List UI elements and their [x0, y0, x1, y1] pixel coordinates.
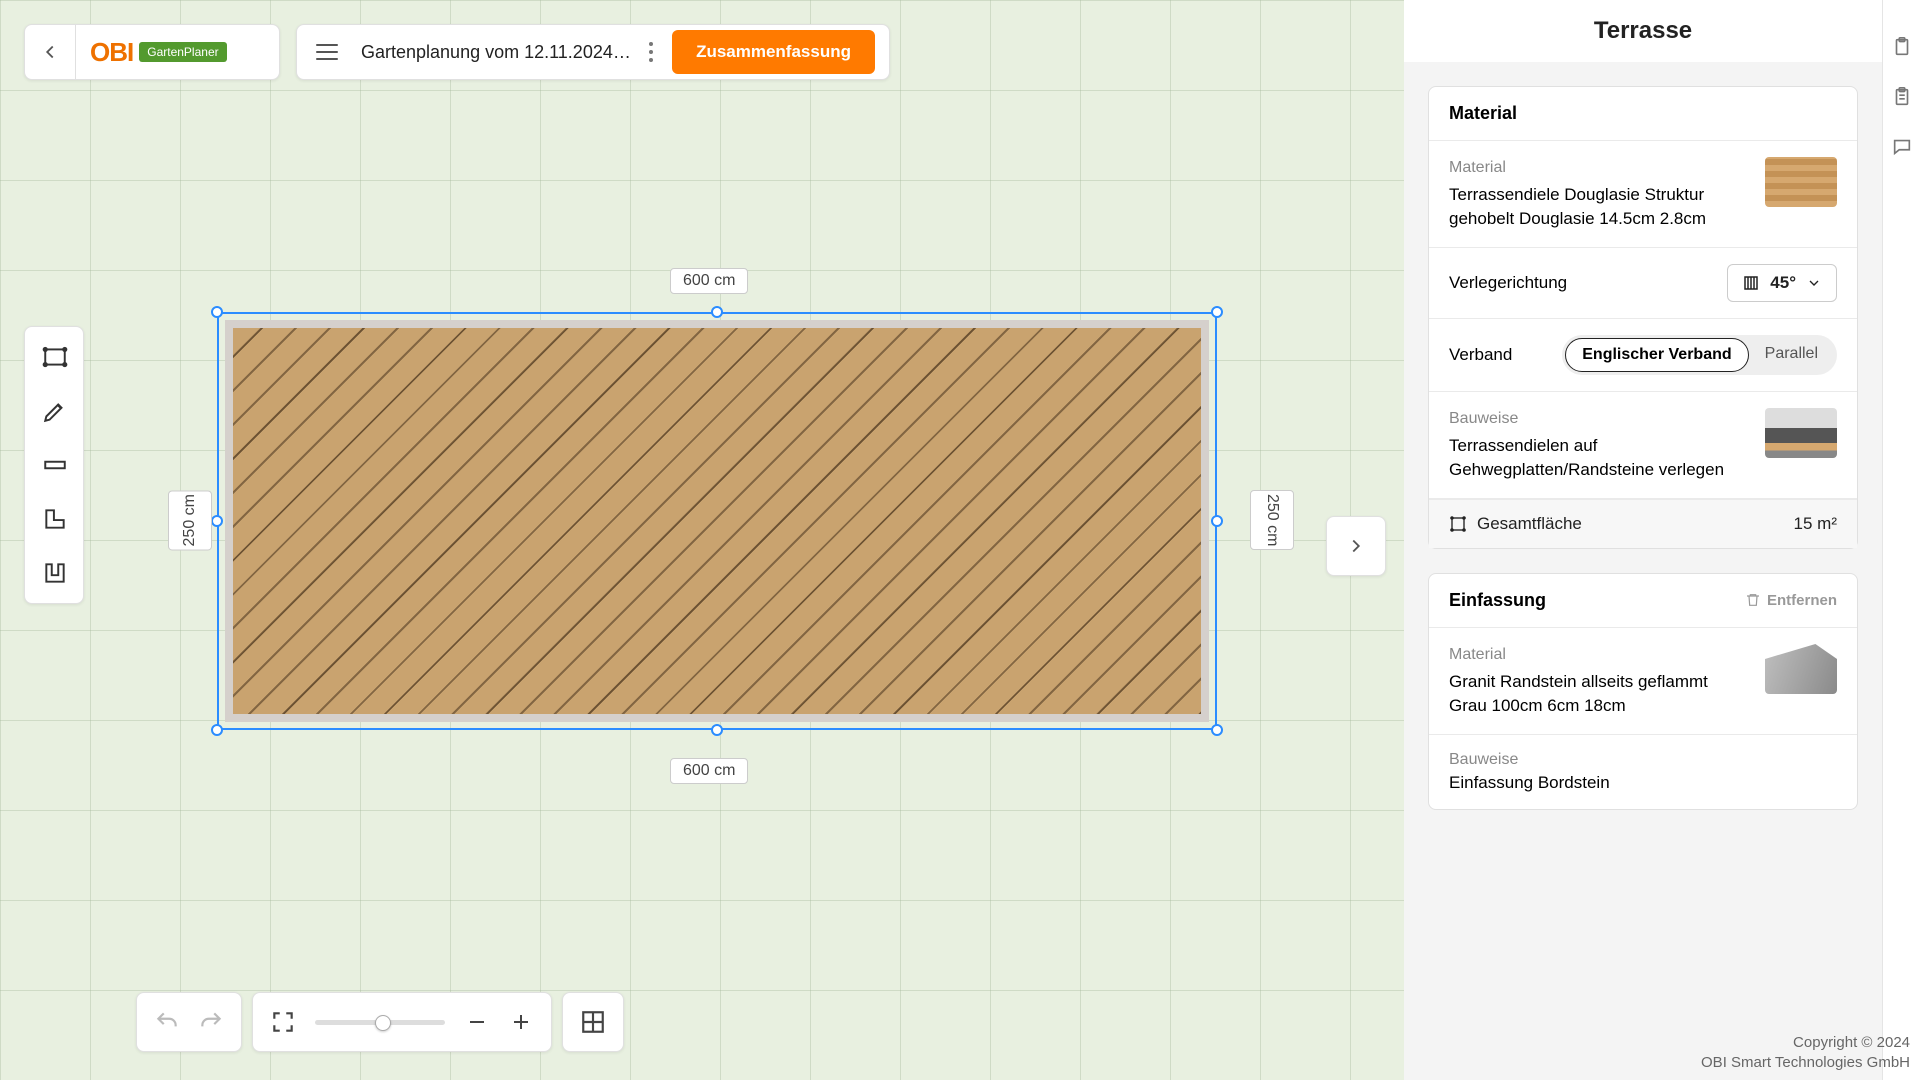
material-thumbnail	[1765, 157, 1837, 207]
resize-handle-right[interactable]	[1211, 515, 1223, 527]
build-value: Terrassendielen auf Gehwegplatten/Randst…	[1449, 434, 1749, 482]
terrace-surface[interactable]	[225, 320, 1209, 722]
menu-button[interactable]	[297, 44, 357, 60]
edging-build-label: Bauweise	[1449, 751, 1837, 769]
dimension-bottom[interactable]: 600 cm	[670, 758, 748, 784]
project-bar: Gartenplanung vom 12.11.2024 1... Zusamm…	[296, 24, 890, 80]
gartenplaner-badge: GartenPlaner	[139, 42, 226, 62]
direction-value: 45°	[1770, 273, 1796, 293]
terrace-object[interactable]	[217, 312, 1217, 730]
bond-segmented-control: Englischer Verband Parallel	[1562, 335, 1837, 375]
grid-toggle-button[interactable]	[571, 1000, 615, 1044]
material-card-heading: Material	[1429, 87, 1857, 141]
resize-handle-tl[interactable]	[211, 306, 223, 318]
edging-material-row[interactable]: Material Granit Randstein allseits gefla…	[1429, 628, 1857, 735]
build-thumbnail	[1765, 408, 1837, 458]
dimension-top[interactable]: 600 cm	[670, 268, 748, 294]
dimension-left[interactable]: 250 cm	[168, 490, 212, 550]
edging-build-row[interactable]: Bauweise Einfassung Bordstein	[1429, 735, 1857, 809]
footer-copyright: Copyright © 2024 OBI Smart Technologies …	[1701, 1033, 1910, 1072]
pen-tool-icon[interactable]	[31, 387, 79, 435]
rectangle-tool-icon[interactable]	[31, 333, 79, 381]
project-name[interactable]: Gartenplanung vom 12.11.2024 1...	[357, 42, 636, 63]
edging-card: Einfassung Entfernen Material Granit Ran…	[1428, 573, 1858, 810]
summary-button[interactable]: Zusammenfassung	[672, 30, 875, 74]
build-row[interactable]: Bauweise Terrassendielen auf Gehwegplatt…	[1429, 392, 1857, 499]
redo-button[interactable]	[189, 1000, 233, 1044]
area-icon	[1449, 515, 1467, 533]
clipboard-list-icon[interactable]	[1891, 86, 1913, 108]
brand-back-button[interactable]: OBI GartenPlaner	[24, 24, 280, 80]
edging-material-value: Granit Randstein allseits geflammt Grau …	[1449, 670, 1749, 718]
resize-handle-bottom[interactable]	[711, 724, 723, 736]
bottom-toolbar	[136, 992, 624, 1052]
material-value: Terrassendiele Douglasie Struktur gehobe…	[1449, 183, 1749, 231]
edging-material-label: Material	[1449, 644, 1749, 666]
laying-direction-dropdown[interactable]: 45°	[1727, 264, 1837, 302]
resize-handle-left[interactable]	[211, 515, 223, 527]
shape-tool-rail	[24, 326, 84, 604]
material-selection-row[interactable]: Material Terrassendiele Douglasie Strukt…	[1429, 141, 1857, 248]
edging-build-value: Einfassung Bordstein	[1449, 773, 1837, 793]
trash-icon	[1745, 592, 1761, 608]
zoom-out-button[interactable]	[455, 1000, 499, 1044]
area-value: 15 m²	[1794, 514, 1837, 534]
direction-icon	[1742, 274, 1760, 292]
bond-label: Verband	[1449, 345, 1512, 365]
laying-direction-label: Verlegerichtung	[1449, 273, 1567, 293]
resize-handle-bl[interactable]	[211, 724, 223, 736]
undo-button[interactable]	[145, 1000, 189, 1044]
zoom-slider-thumb[interactable]	[375, 1015, 391, 1031]
project-more-menu[interactable]	[636, 42, 666, 62]
edging-heading: Einfassung	[1449, 590, 1546, 611]
obi-logo: OBI	[90, 37, 133, 68]
l-shape-tool-icon[interactable]	[31, 495, 79, 543]
fit-view-button[interactable]	[261, 1000, 305, 1044]
right-mini-rail	[1882, 0, 1920, 1080]
resize-handle-top[interactable]	[711, 306, 723, 318]
wide-rect-tool-icon[interactable]	[31, 441, 79, 489]
resize-handle-tr[interactable]	[1211, 306, 1223, 318]
panel-title: Terrasse	[1404, 0, 1882, 62]
material-card: Material Material Terrassendiele Douglas…	[1428, 86, 1858, 549]
bond-option-parallel[interactable]: Parallel	[1749, 338, 1834, 372]
edging-thumbnail	[1765, 644, 1837, 694]
zoom-slider[interactable]	[315, 1020, 445, 1025]
divider	[75, 24, 76, 80]
bond-option-english[interactable]: Englischer Verband	[1565, 338, 1748, 372]
clipboard-icon[interactable]	[1891, 36, 1913, 58]
back-chevron-icon[interactable]	[25, 41, 75, 63]
chevron-down-icon	[1806, 275, 1822, 291]
u-shape-tool-icon[interactable]	[31, 549, 79, 597]
build-label: Bauweise	[1449, 408, 1749, 430]
feedback-icon[interactable]	[1891, 136, 1913, 158]
material-label: Material	[1449, 157, 1749, 179]
remove-edging-button[interactable]: Entfernen	[1745, 592, 1837, 609]
area-label: Gesamtfläche	[1477, 514, 1582, 534]
zoom-in-button[interactable]	[499, 1000, 543, 1044]
resize-handle-br[interactable]	[1211, 724, 1223, 736]
properties-panel: Terrasse Material Material Terrassendiel…	[1404, 0, 1882, 1080]
dimension-right[interactable]: 250 cm	[1250, 490, 1294, 550]
next-step-button[interactable]	[1326, 516, 1386, 576]
